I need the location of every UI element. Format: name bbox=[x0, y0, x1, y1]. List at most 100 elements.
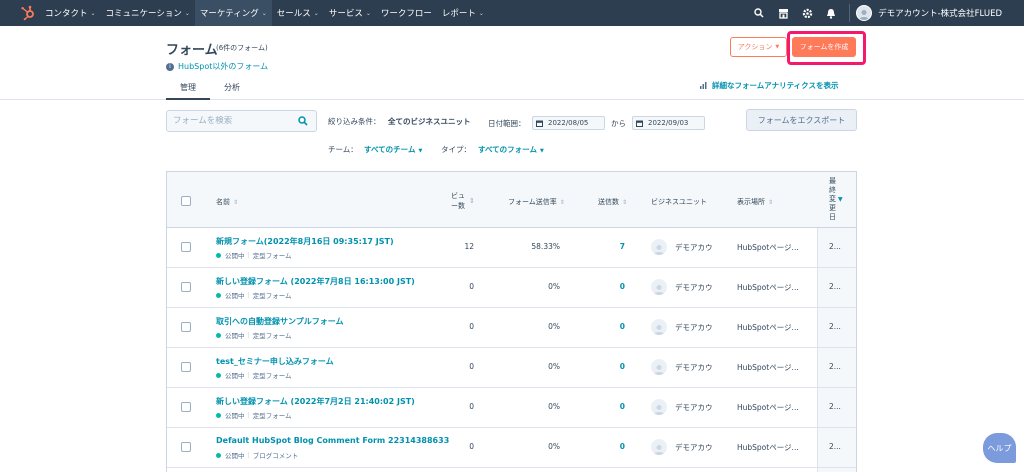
select-all-checkbox[interactable] bbox=[181, 196, 191, 206]
rate-value: 58.33% bbox=[531, 242, 560, 251]
narrow-filter-label: 絞り込み条件： bbox=[328, 117, 381, 126]
chevron-down-icon: ⌄ bbox=[184, 9, 190, 17]
tab-analyze[interactable]: 分析 bbox=[210, 82, 254, 100]
nav-item-label: コミュニケーション bbox=[105, 9, 182, 19]
search-icon[interactable] bbox=[752, 6, 766, 20]
account-avatar[interactable] bbox=[856, 5, 873, 21]
marketplace-icon[interactable] bbox=[776, 6, 790, 20]
chevron-down-icon: ⌄ bbox=[313, 9, 319, 17]
form-type-label: 定型フォーム bbox=[252, 252, 292, 260]
row-checkbox[interactable] bbox=[181, 242, 191, 252]
form-name-link[interactable]: 新規フォーム(2022年8月16日 09:35:17 JST) bbox=[216, 236, 394, 247]
help-button[interactable]: ヘルプ bbox=[983, 433, 1016, 463]
submissions-link[interactable]: 0 bbox=[620, 362, 625, 371]
search-icon[interactable] bbox=[298, 116, 308, 126]
form-name-link[interactable]: test_セミナー申し込みフォーム bbox=[216, 356, 334, 367]
type-filter-dropdown[interactable]: すべてのフォーム ▼ bbox=[478, 144, 544, 155]
date-range-label: 日付範囲： bbox=[488, 119, 526, 128]
column-header-submission-rate[interactable]: フォーム送信率 ⇕ bbox=[508, 197, 565, 207]
submissions-link[interactable]: 7 bbox=[620, 242, 625, 251]
nav-item-2[interactable]: マーケティング ⌄ bbox=[194, 0, 272, 26]
chevron-down-icon: ▼ bbox=[539, 148, 544, 154]
actions-label: アクション bbox=[737, 43, 773, 51]
nav-item-label: ワークフロー bbox=[380, 9, 432, 19]
status-dot-icon bbox=[216, 412, 221, 418]
row-checkbox[interactable] bbox=[181, 322, 191, 332]
submissions-link[interactable]: 0 bbox=[620, 442, 625, 451]
row-checkbox[interactable] bbox=[181, 362, 191, 372]
form-name-link[interactable]: 取引への自動登録サンプルフォーム bbox=[216, 316, 344, 327]
form-name-link[interactable]: Default HubSpot Blog Comment Form 223143… bbox=[216, 436, 449, 445]
type-filter-value: すべてのフォーム bbox=[478, 145, 537, 154]
nav-item-6[interactable]: レポート ⌄ bbox=[437, 0, 489, 26]
form-search bbox=[166, 110, 317, 132]
column-header-last-modified[interactable]: 最終変更日 bbox=[829, 177, 838, 222]
business-unit-value: デモアカウ bbox=[675, 363, 713, 372]
sort-icon: ⇕ bbox=[469, 197, 475, 205]
nav-item-0[interactable]: コンタクト ⌄ bbox=[40, 0, 101, 26]
calendar-icon bbox=[536, 120, 543, 127]
nav-item-4[interactable]: サービス ⌄ bbox=[324, 0, 376, 26]
view-analytics-link[interactable]: 詳細なフォームアナリティクスを表示 bbox=[700, 80, 838, 91]
hubspot-logo-icon[interactable] bbox=[20, 5, 36, 21]
column-header-submissions[interactable]: 送信数 ⇕ bbox=[598, 197, 627, 207]
user-avatar bbox=[651, 439, 667, 455]
modified-value: 2... bbox=[829, 442, 841, 451]
settings-gear-icon[interactable] bbox=[800, 6, 814, 20]
date-from-input[interactable]: 2022/08/05 bbox=[532, 116, 605, 130]
form-name-link[interactable]: 新しい登録フォーム (2022年7月8日 16:13:00 JST) bbox=[216, 276, 415, 287]
status-dot-icon bbox=[216, 292, 221, 298]
form-type-label: ブログコメント bbox=[252, 452, 299, 460]
nav-item-3[interactable]: セールス ⌄ bbox=[272, 0, 324, 26]
nav-item-label: コンタクト bbox=[45, 9, 88, 19]
modified-value: 2... bbox=[829, 282, 841, 291]
sort-desc-icon: ▼ bbox=[838, 196, 843, 203]
submissions-header-label: 送信数 bbox=[598, 198, 619, 206]
table-row: 新しい登録フォーム (2022年7月2日 21:40:02 JST) 公開中 | 定型… bbox=[167, 388, 856, 428]
nav-item-1[interactable]: コミュニケーション ⌄ bbox=[101, 0, 195, 26]
column-header-name[interactable]: 名前 ⇕ bbox=[216, 197, 238, 207]
business-unit-value: デモアカウ bbox=[675, 243, 713, 252]
export-forms-button[interactable]: フォームをエクスポート bbox=[746, 109, 857, 131]
submissions-link[interactable]: 0 bbox=[620, 322, 625, 331]
form-name-link[interactable]: 新しい登録フォーム (2022年7月2日 21:40:02 JST) bbox=[216, 396, 415, 407]
user-avatar bbox=[651, 279, 667, 295]
status-separator: | bbox=[247, 331, 250, 339]
status-dot-icon bbox=[216, 252, 221, 258]
search-input[interactable] bbox=[167, 116, 292, 126]
business-unit-filter[interactable]: 全てのビジネスユニット bbox=[388, 116, 471, 127]
modified-value: 2... bbox=[829, 322, 841, 331]
calendar-icon bbox=[636, 120, 643, 127]
views-value: 0 bbox=[469, 362, 474, 371]
user-avatar bbox=[651, 359, 667, 375]
form-status: 公開中 | 定型フォーム bbox=[216, 370, 292, 380]
chevron-down-icon: ▼ bbox=[418, 148, 423, 154]
team-filter-dropdown[interactable]: すべてのチーム ▼ bbox=[364, 144, 422, 155]
tab-manage[interactable]: 管理 bbox=[166, 82, 210, 100]
submissions-link[interactable]: 0 bbox=[620, 282, 625, 291]
nav-item-label: レポート bbox=[441, 9, 476, 19]
column-header-views[interactable]: ビュー数 bbox=[447, 191, 465, 211]
submissions-link[interactable]: 0 bbox=[620, 402, 625, 411]
column-header-location[interactable]: 表示場所 ⇕ bbox=[737, 197, 773, 207]
sort-icon: ⇕ bbox=[622, 199, 628, 206]
external-forms-link[interactable]: i HubSpot以外のフォーム bbox=[166, 61, 268, 72]
business-unit-value: デモアカウ bbox=[675, 443, 713, 452]
create-form-button[interactable]: フォームを作成 bbox=[792, 37, 856, 57]
notifications-bell-icon[interactable] bbox=[824, 6, 838, 20]
date-separator: から bbox=[611, 119, 626, 128]
name-header-label: 名前 bbox=[216, 198, 230, 206]
row-checkbox[interactable] bbox=[181, 402, 191, 412]
nav-item-5[interactable]: ワークフロー bbox=[376, 0, 437, 26]
date-to-input[interactable]: 2022/09/03 bbox=[632, 116, 705, 130]
row-checkbox[interactable] bbox=[181, 442, 191, 452]
actions-dropdown-button[interactable]: アクション ▼ bbox=[730, 37, 787, 57]
chevron-down-icon: ⌄ bbox=[90, 9, 96, 17]
form-status: 公開中 | 定型フォーム bbox=[216, 250, 292, 260]
table-row: test_セミナー申し込みフォーム 公開中 | 定型フォーム 0 0% 0 デモアカウ HubS… bbox=[167, 348, 856, 388]
views-value: 0 bbox=[469, 402, 474, 411]
form-status: 公開中 | 定型フォーム bbox=[216, 330, 292, 340]
nav-item-label: サービス bbox=[328, 9, 363, 19]
row-checkbox[interactable] bbox=[181, 282, 191, 292]
account-name[interactable]: デモアカウント-株式会社FLUED bbox=[878, 7, 1002, 19]
